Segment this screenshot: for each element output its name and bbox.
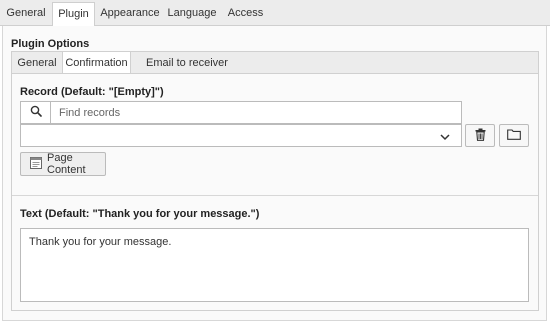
- tab-appearance[interactable]: Appearance: [99, 2, 161, 26]
- inner-tab-general[interactable]: General: [12, 52, 62, 75]
- record-label: Record (Default: "[Empty]"): [20, 86, 164, 98]
- tab-access[interactable]: Access: [224, 2, 267, 26]
- divider: [12, 195, 538, 196]
- search-button[interactable]: [21, 102, 51, 123]
- tab-general[interactable]: General: [4, 2, 48, 26]
- section-title: Plugin Options: [11, 38, 90, 50]
- search-icon: [30, 105, 42, 120]
- folder-icon: [507, 128, 521, 143]
- inner-tab-bar: General Confirmation Email to receiver (…: [11, 51, 539, 91]
- text-textarea[interactable]: Thank you for your message.: [20, 228, 529, 302]
- browse-button[interactable]: [499, 124, 529, 147]
- search-input[interactable]: [51, 102, 461, 123]
- chevron-down-icon: [440, 132, 450, 144]
- record-search: [20, 101, 462, 124]
- trash-icon: [475, 128, 486, 144]
- page-content-button[interactable]: Page Content: [20, 152, 106, 176]
- text-label: Text (Default: "Thank you for your messa…: [20, 208, 260, 220]
- page-content-icon: [30, 156, 42, 172]
- page-content-label: Page Content: [47, 152, 86, 176]
- tab-language[interactable]: Language: [165, 2, 219, 26]
- inner-tab-email-receiver[interactable]: Email to receiver (you): [132, 52, 242, 91]
- tab-plugin[interactable]: Plugin: [52, 2, 95, 27]
- delete-button[interactable]: [465, 124, 495, 147]
- record-select[interactable]: [20, 124, 462, 147]
- top-tab-bar: General Plugin Appearance Language Acces…: [0, 0, 550, 27]
